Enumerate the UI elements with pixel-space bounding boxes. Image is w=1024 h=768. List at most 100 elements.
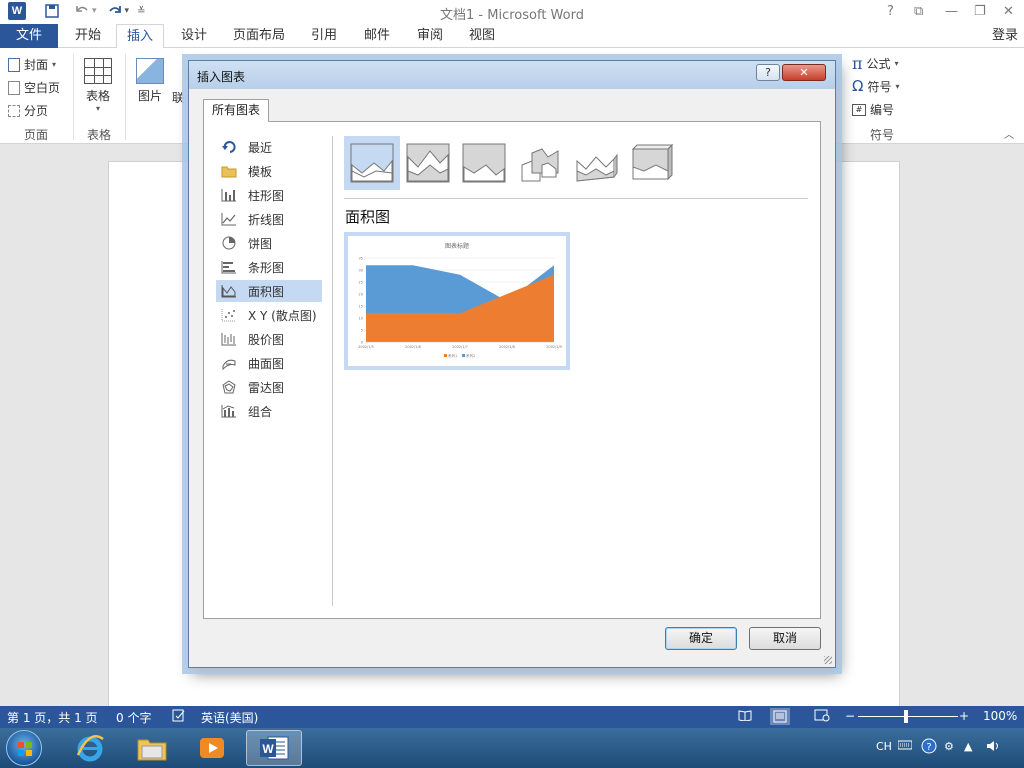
category-templates[interactable]: 模板 [216, 160, 322, 182]
zoom-out-button[interactable]: − [845, 709, 855, 723]
dialog-help-button[interactable]: ? [756, 64, 780, 81]
zoom-slider[interactable] [858, 716, 958, 717]
column-chart-icon [220, 187, 238, 203]
tab-design[interactable]: 设计 [172, 24, 216, 48]
category-radar[interactable]: 雷达图 [216, 376, 322, 398]
number-button[interactable]: # 编号 [852, 101, 894, 118]
equation-button[interactable]: π 公式 ▾ [852, 54, 899, 73]
taskbar-ie[interactable] [62, 730, 118, 766]
category-recent[interactable]: 最近 [216, 136, 322, 158]
symbol-button[interactable]: Ω 符号 ▾ [852, 77, 900, 95]
taskbar-media-player[interactable] [184, 730, 240, 766]
tab-mailings[interactable]: 邮件 [355, 24, 399, 48]
word-count[interactable]: 0 个字 [116, 709, 151, 726]
ime-settings-icon[interactable]: ⚙ [944, 740, 954, 753]
x-tick-label: 2002/1/5 [358, 345, 374, 349]
online-pictures-button[interactable]: 联 [172, 89, 184, 106]
y-tick-label: 5 [361, 329, 363, 333]
page-count[interactable]: 第 1 页，共 1 页 [7, 709, 98, 726]
category-area[interactable]: 面积图 [216, 280, 322, 302]
category-combo[interactable]: 组合 [216, 400, 322, 422]
subtype-stacked-area[interactable] [400, 136, 456, 190]
tab-references[interactable]: 引用 [302, 24, 346, 48]
web-layout-icon[interactable] [814, 709, 830, 725]
close-icon[interactable]: ✕ [1003, 4, 1014, 19]
category-pie[interactable]: 饼图 [216, 232, 322, 254]
tab-review[interactable]: 审阅 [408, 24, 452, 48]
tab-home[interactable]: 开始 [66, 24, 110, 48]
pictures-label: 图片 [137, 89, 162, 103]
resize-grip-icon[interactable] [824, 656, 832, 664]
zoom-level[interactable]: 100% [983, 709, 1017, 723]
input-language[interactable]: CH [876, 740, 892, 753]
scatter-chart-icon [220, 307, 238, 323]
category-surface[interactable]: 曲面图 [216, 352, 322, 374]
ok-button[interactable]: 确定 [665, 627, 737, 650]
tab-file[interactable]: 文件 [0, 24, 58, 48]
y-tick-label: 10 [359, 317, 363, 321]
subtype-100-stacked-area[interactable] [456, 136, 512, 190]
cover-page-button[interactable]: 封面 ▾ [8, 56, 56, 73]
subtype-area[interactable] [344, 136, 400, 190]
collapse-ribbon-icon[interactable]: ︿ [1004, 126, 1014, 141]
minimize-icon[interactable]: — [945, 4, 958, 19]
category-label: 模板 [248, 164, 273, 179]
start-button[interactable] [6, 730, 42, 766]
ime-help-icon[interactable]: ? [921, 738, 937, 757]
window-title: 文档1 - Microsoft Word [440, 8, 584, 23]
read-mode-icon[interactable] [738, 709, 752, 724]
omega-icon: Ω [852, 77, 864, 95]
dialog-title-bar[interactable]: 插入图表 ? ✕ [189, 61, 835, 89]
subtype-3d-area[interactable] [512, 136, 568, 190]
cancel-button[interactable]: 取消 [749, 627, 821, 650]
keyboard-icon[interactable] [897, 740, 913, 753]
cover-page-label: 封面 [24, 58, 49, 72]
subtype-3d-100-stacked-area[interactable] [624, 136, 680, 190]
language-indicator[interactable]: 英语(美国) [201, 709, 258, 726]
category-line[interactable]: 折线图 [216, 208, 322, 230]
chart-preview[interactable]: 图表标题 0 5 10 15 20 25 30 35 2002/1/5 2002/1/6 2002/… [344, 232, 570, 370]
zoom-in-button[interactable]: + [959, 709, 969, 723]
category-column[interactable]: 柱形图 [216, 184, 322, 206]
pictures-button[interactable]: 图片 [136, 58, 164, 104]
tab-insert[interactable]: 插入 [116, 24, 164, 49]
table-button[interactable]: 表格 ▾ [84, 58, 112, 113]
y-tick-label: 20 [359, 293, 363, 297]
y-tick-label: 15 [359, 305, 363, 309]
tab-view[interactable]: 视图 [460, 24, 504, 48]
help-icon[interactable]: ? [887, 4, 894, 19]
category-stock[interactable]: 股价图 [216, 328, 322, 350]
print-layout-icon[interactable] [770, 708, 790, 725]
zoom-slider-thumb[interactable] [904, 710, 908, 723]
restore-icon[interactable]: ❐ [974, 4, 986, 19]
online-pictures-label: 联 [172, 91, 185, 105]
legend-swatch [462, 354, 465, 357]
proofing-icon[interactable] [172, 709, 186, 725]
taskbar-explorer[interactable] [124, 730, 180, 766]
group-separator [73, 54, 74, 140]
y-tick-label: 30 [359, 269, 363, 273]
category-label: 曲面图 [248, 356, 285, 371]
combo-chart-icon [220, 403, 238, 419]
show-hidden-icons-icon[interactable]: ▲ [964, 740, 972, 753]
ribbon-display-options-icon[interactable]: ⧉ [914, 4, 923, 19]
volume-icon[interactable] [986, 740, 1000, 755]
category-bar[interactable]: 条形图 [216, 256, 322, 278]
dialog-close-button[interactable]: ✕ [782, 64, 826, 81]
picture-icon [136, 58, 164, 84]
stock-chart-icon [220, 331, 238, 347]
blank-page-button[interactable]: 空白页 [8, 79, 60, 96]
category-scatter[interactable]: X Y (散点图) [216, 304, 322, 326]
dialog-body: 最近 模板 柱形图 折线图 饼图 条形图 面积图 X Y (散点图) 股价图 曲… [203, 121, 821, 619]
page-break-button[interactable]: 分页 [8, 102, 48, 119]
x-tick-label: 2002/1/9 [546, 345, 562, 349]
table-icon [84, 58, 112, 84]
tab-all-charts[interactable]: 所有图表 [203, 99, 269, 122]
tab-page-layout[interactable]: 页面布局 [226, 24, 292, 48]
subtype-3d-stacked-area[interactable] [568, 136, 624, 190]
taskbar-word[interactable]: W [246, 730, 302, 766]
login-link[interactable]: 登录 [992, 24, 1018, 48]
cover-page-icon [8, 57, 20, 72]
group-separator [125, 54, 126, 140]
category-label: 面积图 [248, 284, 285, 299]
